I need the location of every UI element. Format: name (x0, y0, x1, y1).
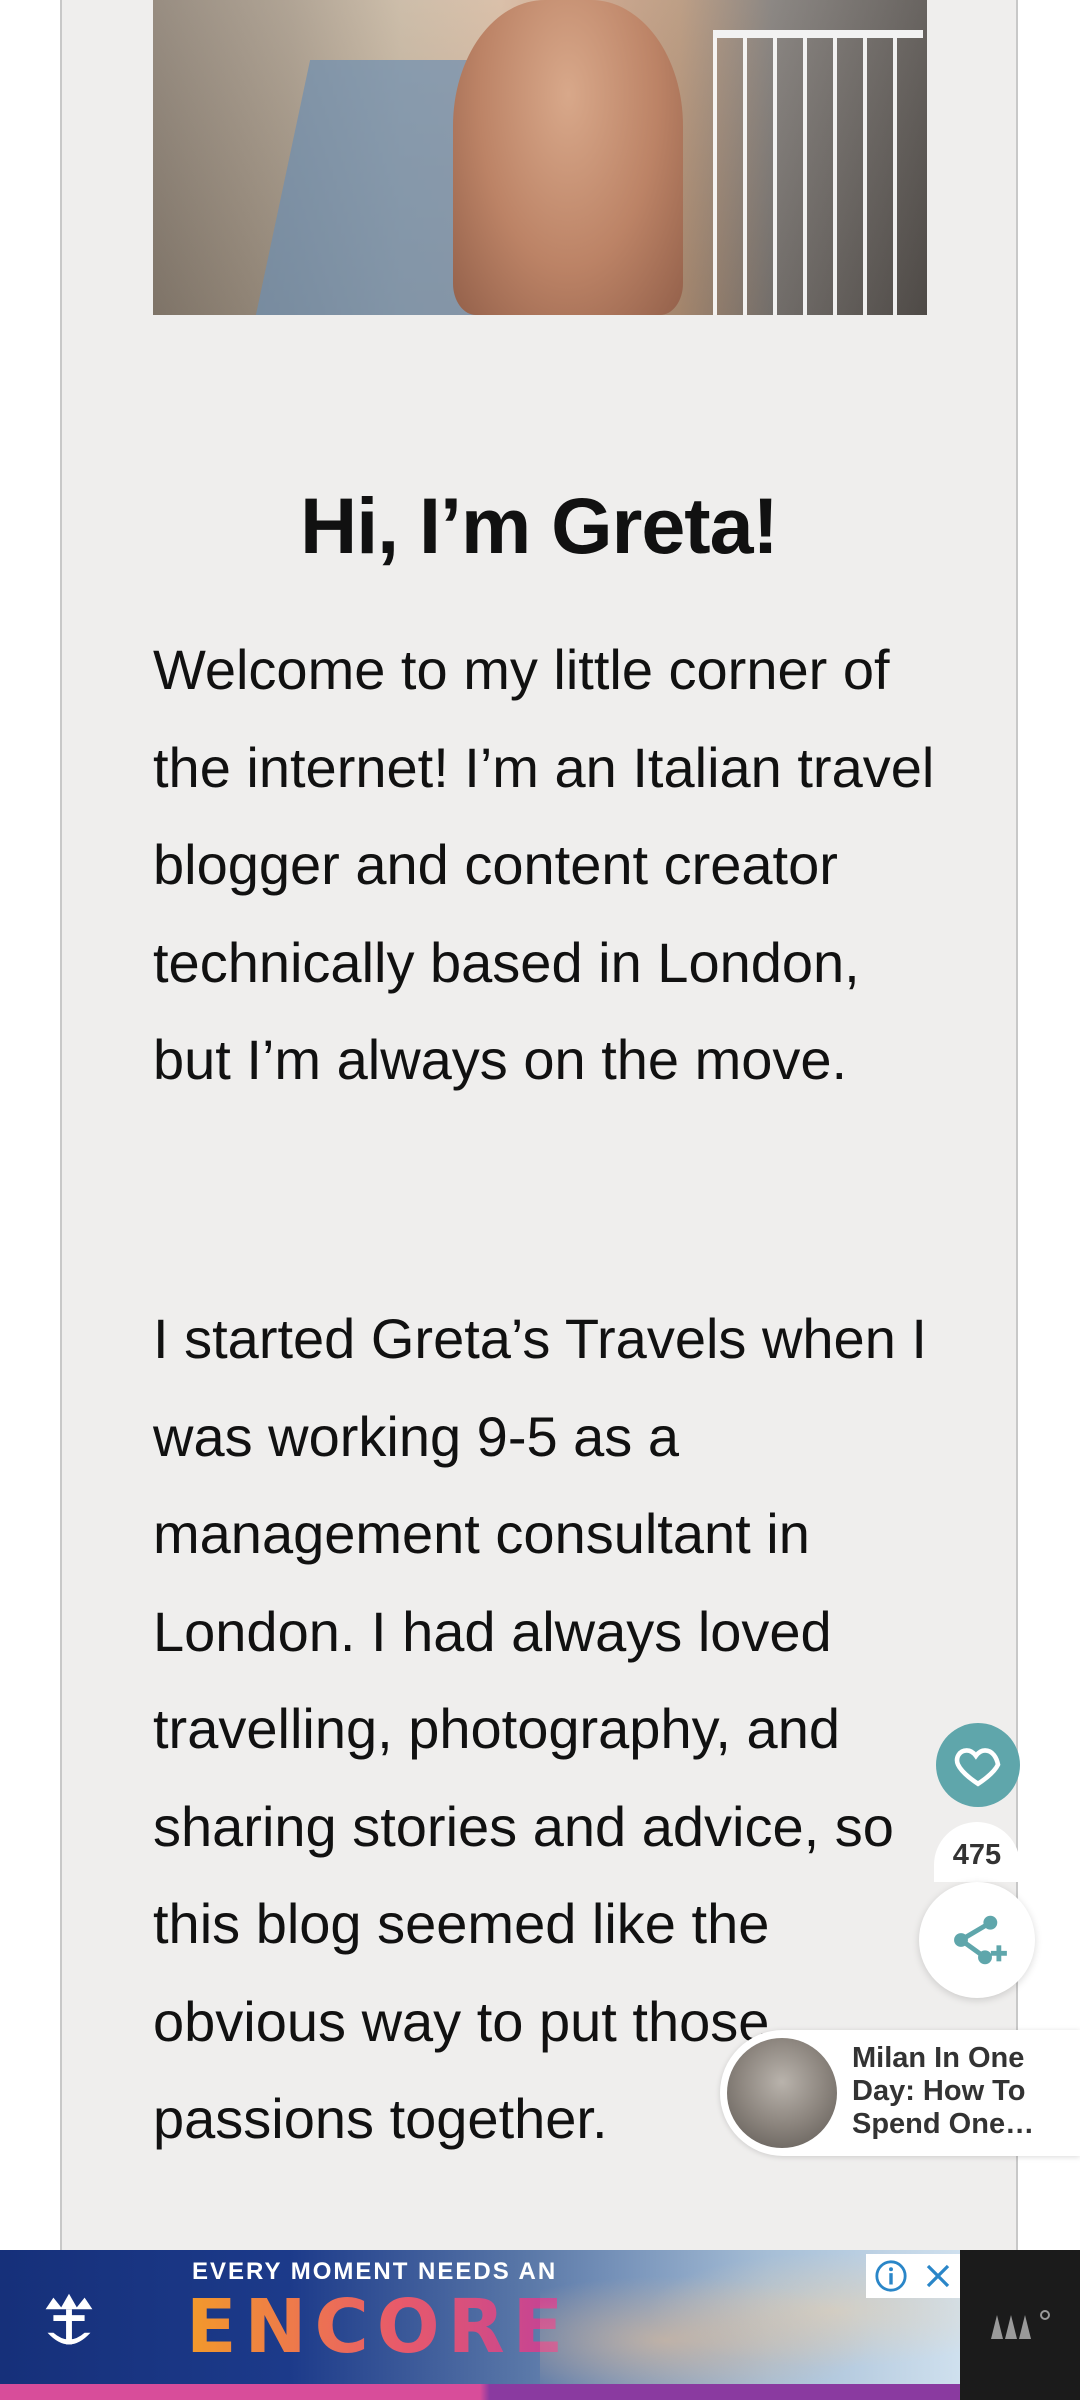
related-post-thumbnail (727, 2038, 837, 2148)
ad-stripe (0, 2384, 960, 2400)
photo-person (453, 0, 683, 315)
share-button[interactable] (919, 1882, 1035, 1998)
related-post-card[interactable]: Milan In One Day: How To Spend One… (720, 2030, 1080, 2156)
ad-network-badge (960, 2250, 1080, 2400)
ad-controls (866, 2254, 960, 2298)
crown-anchor-logo-icon (30, 2282, 108, 2360)
share-icon (954, 1915, 1007, 1965)
info-icon[interactable] (874, 2259, 908, 2293)
mediavine-logo-icon (991, 2310, 1050, 2339)
like-button[interactable] (936, 1723, 1020, 1807)
about-paragraph-1: Welcome to my little corner of the inter… (153, 638, 935, 1091)
heart-icon (954, 1748, 1001, 1787)
close-icon[interactable] (923, 2261, 953, 2291)
ad-tagline: EVERY MOMENT NEEDS AN (192, 2258, 558, 2285)
ad-brand-word: ENCORE (186, 2284, 572, 2370)
ad-banner[interactable]: EVERY MOMENT NEEDS AN ENCORE (0, 2250, 960, 2400)
related-post-title: Milan In One Day: How To Spend One… (852, 2042, 1035, 2140)
about-heading: Hi, I’m Greta! (300, 481, 779, 570)
hero-photo (153, 0, 927, 315)
photo-railing (713, 30, 923, 315)
